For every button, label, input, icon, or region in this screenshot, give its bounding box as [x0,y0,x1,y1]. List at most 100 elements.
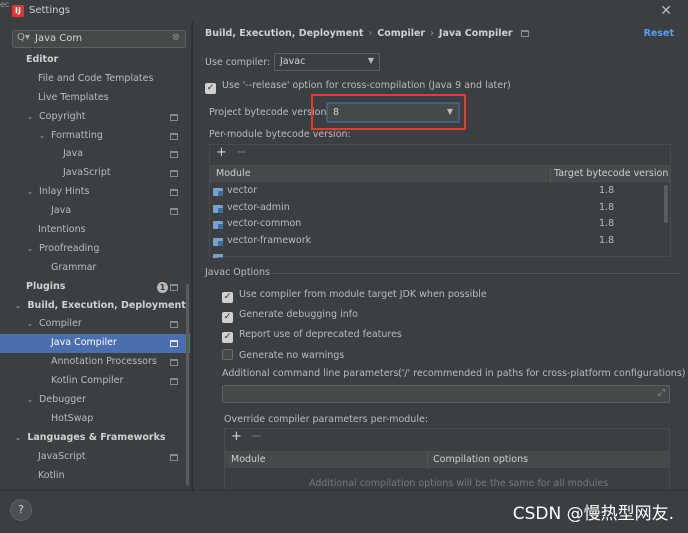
table-row[interactable]: vector-common 1.8 [210,217,670,234]
sidebar-scrollbar[interactable] [186,284,189,486]
table-row[interactable] [210,250,670,258]
tree-item-java-compiler[interactable]: Java Compiler [0,334,190,354]
tree-item-label: Kotlin [38,469,65,481]
tree-item-label: Formatting [51,129,103,141]
tree-item-intentions[interactable]: Intentions [0,221,190,240]
tree-item-label: Grammar [51,261,97,273]
override-params-label: Override compiler parameters per-module: [224,414,429,425]
column-header-module[interactable]: Module [231,454,266,465]
chevron-down-icon[interactable]: ⌄ [12,297,24,316]
use-compiler-value: Javac [280,56,306,67]
column-header-compilation-options[interactable]: Compilation options [433,454,528,465]
additional-params-input[interactable]: ⤢ [222,385,670,403]
reset-link[interactable]: Reset [644,28,674,39]
settings-tree: Editor File and Code Templates Live Temp… [0,51,190,485]
module-folder-icon [213,237,223,246]
project-settings-icon [170,151,178,159]
tree-item-formatting[interactable]: ⌄ Formatting [0,127,190,146]
add-icon[interactable]: + [216,145,227,160]
override-params-table: + − Module Compilation options Additiona… [224,428,670,490]
search-icon: Q▾ [17,32,30,43]
project-settings-icon [170,359,178,367]
tree-item-label: Live Templates [38,91,109,103]
dialog-footer: ? CSDN @慢热型网友. [0,490,688,533]
tree-item-file-and-code-templates[interactable]: File and Code Templates [0,70,190,89]
checkbox-checked-icon: ✓ [222,312,233,323]
remove-icon[interactable]: − [251,429,262,444]
tree-item-label: Languages & Frameworks [27,431,166,443]
tree-item-debugger[interactable]: ⌄ Debugger [0,391,190,410]
tree-item-languages-javascript[interactable]: JavaScript [0,448,190,467]
tree-item-languages-frameworks[interactable]: ⌄ Languages & Frameworks [0,429,190,448]
chevron-down-icon[interactable]: ⌄ [24,108,36,127]
table-row[interactable]: vector 1.8 [210,184,670,201]
tree-item-label: Inlay Hints [39,186,90,198]
tree-item-inlay-hints[interactable]: ⌄ Inlay Hints [0,183,190,202]
expand-icon[interactable]: ⤢ [658,388,665,398]
close-icon[interactable]: ✕ [660,3,672,19]
table-scrollbar[interactable] [664,185,668,223]
project-bytecode-version-select[interactable]: 8 ▼ [326,102,460,123]
checkbox-unchecked-icon [222,349,233,360]
tree-item-grammar[interactable]: Grammar [0,259,190,278]
table-row[interactable]: vector-framework 1.8 [210,234,670,251]
module-folder-icon [213,254,223,258]
column-divider[interactable] [550,166,551,183]
csdn-watermark: CSDN @慢热型网友. [512,504,674,524]
column-header-target-version[interactable]: Target bytecode version [554,168,668,179]
tree-item-editor[interactable]: Editor [0,51,190,70]
chevron-down-icon[interactable]: ⌄ [24,183,36,202]
debugging-info-checkbox[interactable]: ✓ Generate debugging info [222,309,358,323]
table-toolbar: + − [225,429,669,447]
chevron-down-icon[interactable]: ⌄ [36,127,48,146]
chevron-down-icon[interactable]: ⌄ [24,391,36,410]
empty-table-text: Additional compilation options will be t… [309,478,609,489]
tree-item-live-templates[interactable]: Live Templates [0,89,190,108]
clear-search-icon[interactable]: ⊗ [172,32,180,43]
help-button[interactable]: ? [10,499,32,521]
checkbox-label: Generate no warnings [239,350,345,361]
project-settings-icon [170,453,178,461]
tree-item-kotlin[interactable]: Kotlin [0,467,190,486]
table-row[interactable]: vector-admin 1.8 [210,201,670,218]
use-compiler-select[interactable]: Javac ▼ [274,53,380,71]
tree-item-label: Copyright [39,110,86,122]
tree-item-plugins[interactable]: Plugins 1 [0,278,190,297]
plugins-update-badge: 1 [157,281,168,293]
deprecated-features-checkbox[interactable]: ✓ Report use of deprecated features [222,329,402,343]
chevron-down-icon[interactable]: ⌄ [24,315,36,334]
tree-item-formatting-javascript[interactable]: JavaScript [0,164,190,183]
table-header: Module Target bytecode version [210,165,670,183]
tree-item-annotation-processors[interactable]: Annotation Processors [0,353,190,372]
tree-item-build-execution-deployment[interactable]: ⌄ Build, Execution, Deployment [0,297,190,316]
project-bytecode-version-value: 8 [333,107,340,118]
tree-item-inlay-hints-java[interactable]: Java [0,202,190,221]
use-target-jdk-checkbox[interactable]: ✓ Use compiler from module target JDK whe… [222,289,487,303]
breadcrumb-separator: › [430,28,434,39]
column-header-module[interactable]: Module [216,168,251,179]
chevron-down-icon[interactable]: ⌄ [12,429,24,448]
release-option-checkbox[interactable]: ✓ Use '--release' option for cross-compil… [205,80,511,94]
tree-item-hotswap[interactable]: HotSwap [0,410,190,429]
tree-item-proofreading[interactable]: ⌄ Proofreading [0,240,190,259]
tree-item-copyright[interactable]: ⌄ Copyright [0,108,190,127]
title-bar: ec IJ Settings ✕ [0,0,688,22]
add-icon[interactable]: + [231,429,242,444]
chevron-down-icon[interactable]: ⌄ [24,240,36,259]
settings-search-input[interactable]: Q▾ Java Com ⊗ [12,30,186,48]
breadcrumb-item[interactable]: Compiler [377,28,425,39]
tree-item-compiler[interactable]: ⌄ Compiler [0,315,190,334]
project-settings-icon [170,170,178,178]
tree-item-label: Java [63,148,84,160]
no-warnings-checkbox[interactable]: Generate no warnings [222,349,344,361]
tree-item-kotlin-compiler[interactable]: Kotlin Compiler [0,372,190,391]
remove-icon[interactable]: − [236,145,247,160]
module-name: vector-admin [227,201,290,213]
tree-item-formatting-java[interactable]: Java [0,145,190,164]
breadcrumb-item[interactable]: Build, Execution, Deployment [205,28,363,39]
release-option-label: Use '--release' option for cross-compila… [222,80,511,91]
project-settings-icon [170,283,178,291]
column-divider[interactable] [427,452,428,469]
checkbox-label: Use compiler from module target JDK when… [239,289,487,300]
module-folder-icon [213,204,223,213]
